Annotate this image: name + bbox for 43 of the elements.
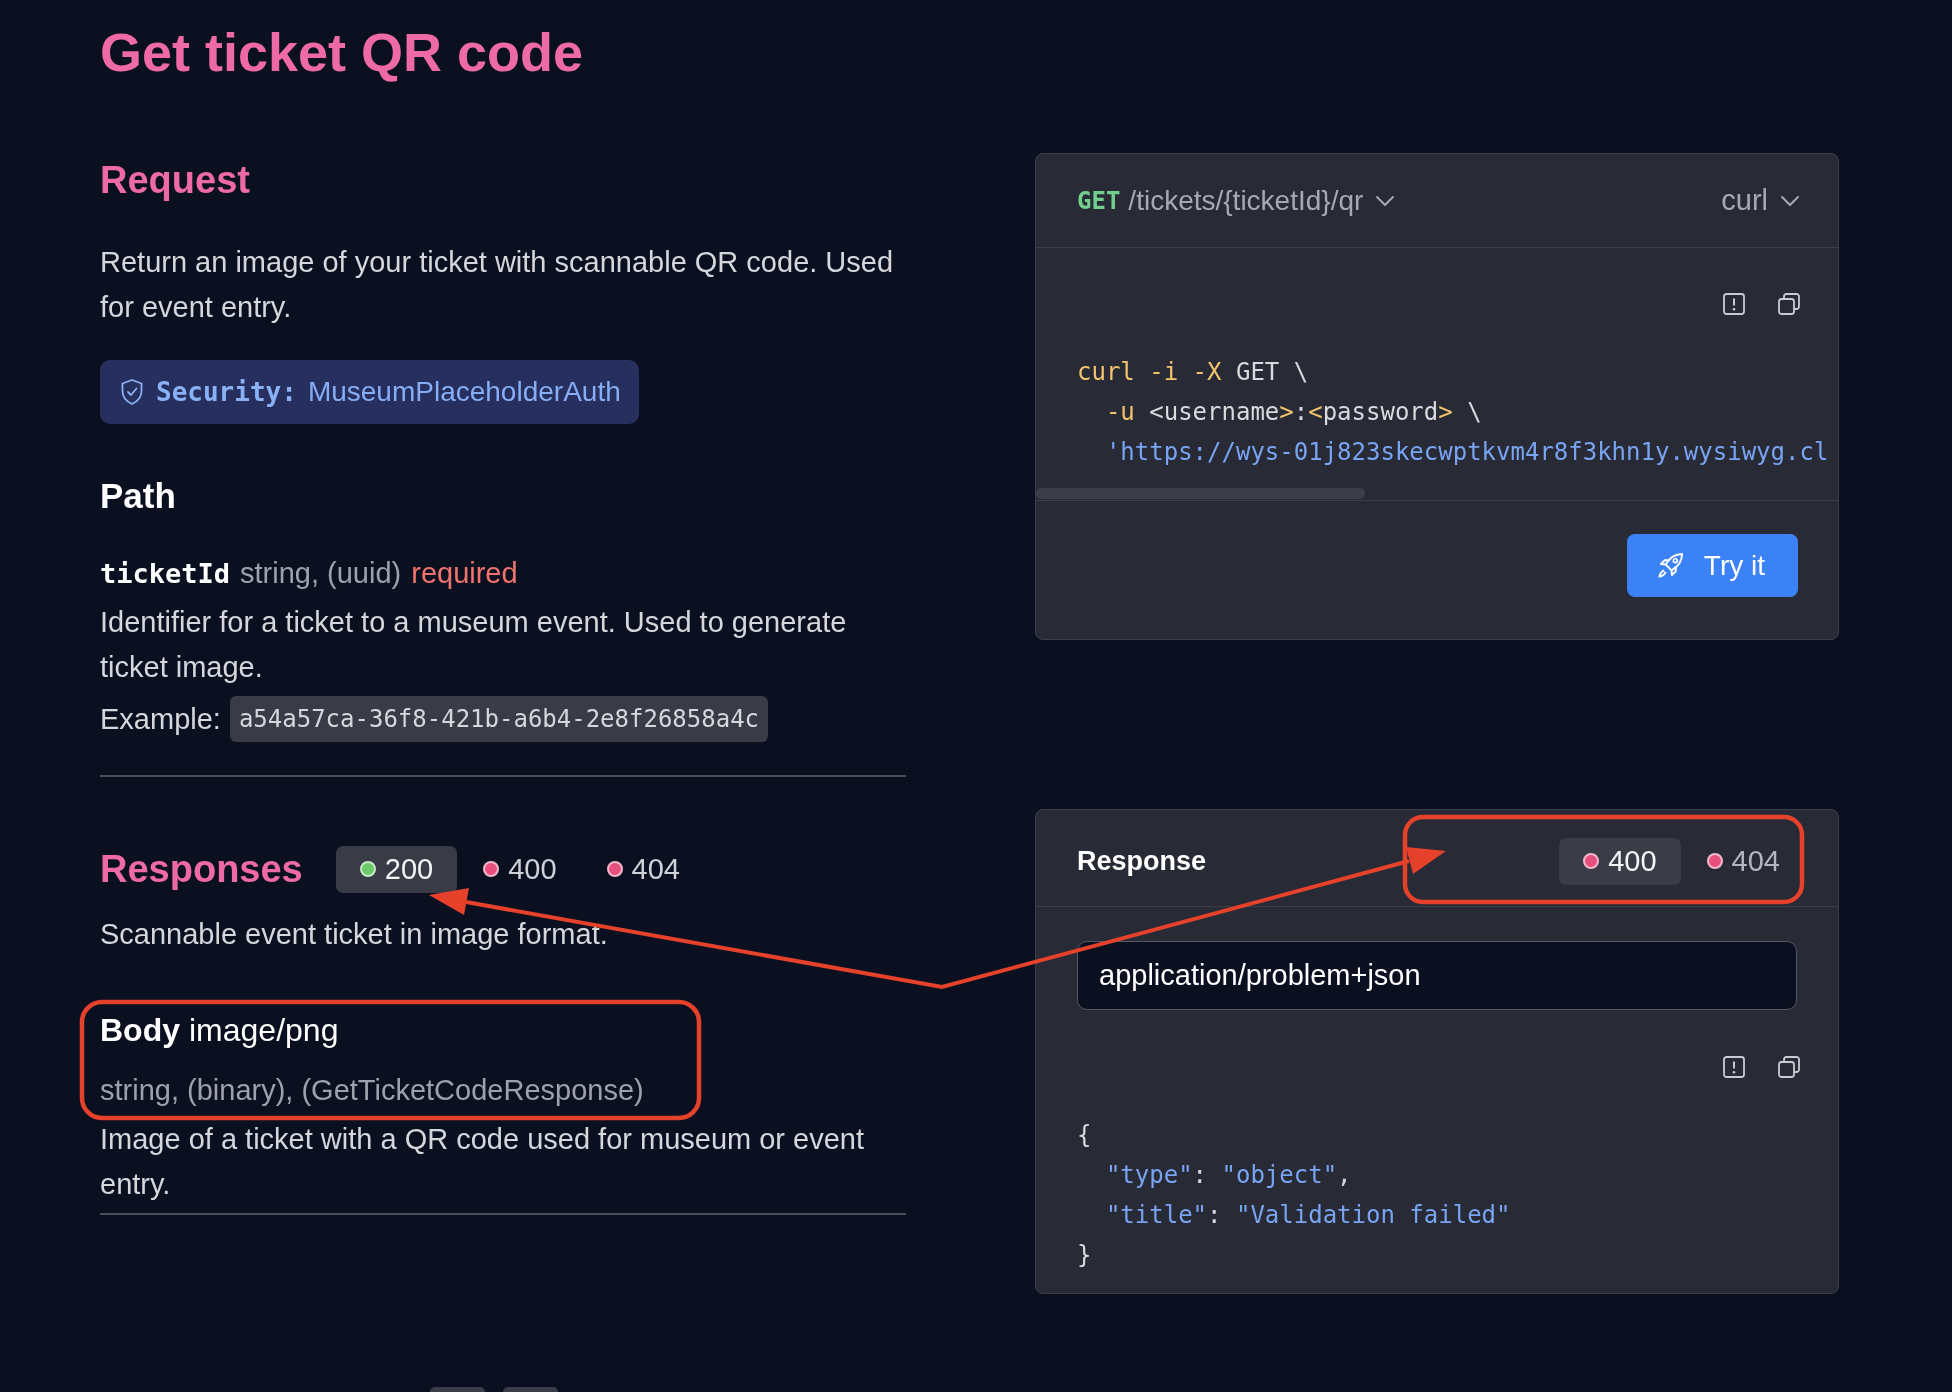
security-scheme: MuseumPlaceholderAuth <box>307 376 621 408</box>
code-line: { <box>1077 1120 1093 1151</box>
example-value: a54a57ca-36f8-421b-a6b4-2e8f26858a4c <box>229 696 769 742</box>
code-line: "type": "object", <box>1104 1160 1353 1191</box>
param-type: string, (uuid) <box>240 555 402 591</box>
media-type: image/png <box>189 1011 339 1050</box>
code-line: "title": "Validation failed" <box>1104 1200 1512 1231</box>
code-line: curl -i -X GET \ <box>1077 357 1310 388</box>
code-line: } <box>1077 1240 1093 1271</box>
language-dropdown[interactable]: curl <box>1721 184 1800 217</box>
status-tab[interactable]: 404 <box>1682 837 1804 885</box>
copy-icon[interactable] <box>1778 293 1800 315</box>
rocket-icon <box>1656 552 1684 579</box>
status-tab[interactable]: 200 <box>335 845 458 893</box>
section-heading: Path <box>100 475 177 517</box>
exclamation-square-icon[interactable] <box>1723 1056 1745 1078</box>
exclamation-square-icon[interactable] <box>1723 293 1745 315</box>
param-name: ticketId <box>100 556 231 591</box>
example-label: Example: <box>100 702 221 736</box>
panel-title: Response <box>1077 845 1207 877</box>
schema-type: string, (binary), (GetTicketCodeResponse) <box>100 1072 645 1108</box>
description: Return an image of your ticket with scannable QR code. Used for event entry. <box>100 244 895 325</box>
code-line: -u <username>:<password> \ <box>1104 397 1483 428</box>
endpoint-dropdown[interactable]: GET /tickets/{ticketId}/qr <box>1077 184 1396 217</box>
required-label: required <box>411 555 518 591</box>
body-description: Image of a ticket with a QR code used for museum or event entry. <box>100 1121 866 1202</box>
chevron-down-icon <box>1375 194 1396 207</box>
shield-check-icon <box>120 378 144 406</box>
copy-icon[interactable] <box>1778 1056 1800 1078</box>
param-description: Identifier for a ticket to a museum event. Used to generate ticket image. <box>100 604 848 685</box>
page-title: Get ticket QR code <box>100 21 585 84</box>
status-tab[interactable]: 404 <box>582 845 704 893</box>
scrollbar[interactable] <box>1036 488 1365 499</box>
try-it-button[interactable]: Try it <box>1626 534 1798 597</box>
section-heading: Responses <box>100 846 303 892</box>
content-type-field[interactable]: application/problem+json <box>1077 941 1797 1010</box>
security-label: Security: <box>156 377 297 407</box>
chevron-down-icon <box>1780 194 1800 207</box>
response-description: Scannable event ticket in image format. <box>100 916 609 952</box>
body-label: Body <box>100 1011 180 1050</box>
code-line: 'https://wys-01j823skecwptkvm4r8f3khn1y.wysiwyg.cl <box>1104 437 1830 468</box>
status-tab[interactable]: 400 <box>1559 837 1681 885</box>
section-heading: Request <box>100 157 251 203</box>
